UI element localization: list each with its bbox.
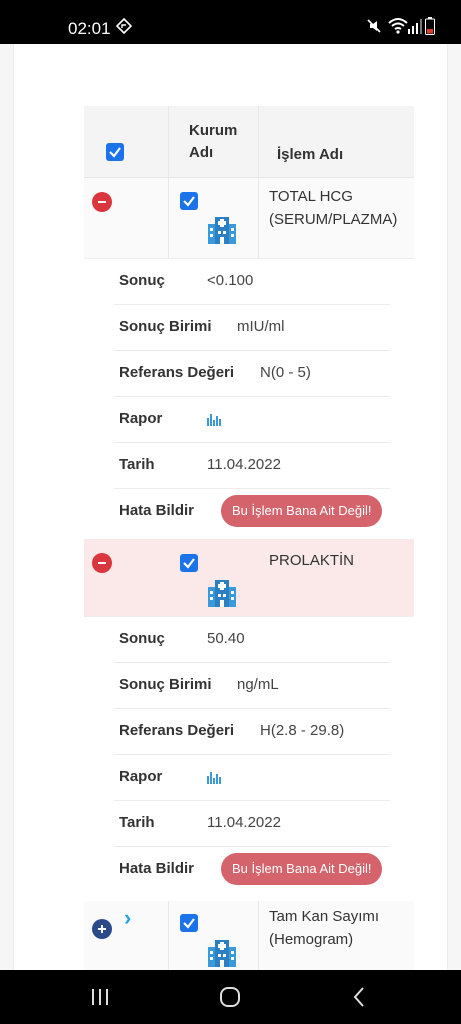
detail-birim: Sonuç Birimi ng/mL (114, 663, 390, 709)
battery-icon (425, 17, 435, 35)
row-checkbox[interactable] (180, 554, 198, 572)
row-details: Sonuç <0.100 Sonuç Birimi mIU/ml Referan… (84, 259, 414, 535)
wifi-icon (388, 18, 408, 34)
detail-birim: Sonuç Birimi mIU/ml (114, 305, 390, 351)
detail-label: Hata Bildir (119, 860, 195, 877)
check-icon (183, 558, 195, 569)
row-details: Sonuç 50.40 Sonuç Birimi ng/mL Referans … (84, 617, 414, 893)
collapse-row-icon[interactable] (92, 553, 112, 573)
report-chart-icon[interactable] (207, 412, 223, 426)
report-error-button[interactable]: Bu İşlem Bana Ait Değil! (221, 495, 383, 527)
results-table: Kurum Adı İşlem Adı TOTAL HCG (SERUM/PLA… (84, 106, 414, 970)
collapse-row-icon[interactable] (92, 192, 112, 212)
check-icon (183, 918, 195, 929)
detail-value: <0.100 (207, 272, 254, 289)
hospital-icon (208, 580, 236, 607)
detail-label: Referans Değeri (119, 364, 235, 381)
islem-name: Tam Kan Sayımı (Hemogram) (269, 908, 380, 948)
detail-referans: Referans Değeri N(0 - 5) (114, 351, 390, 397)
detail-label: Rapor (119, 410, 163, 427)
chevron-right-icon[interactable]: › (124, 905, 131, 931)
detail-rapor: Rapor (114, 755, 390, 801)
home-icon[interactable] (219, 986, 241, 1008)
signal-icon (408, 19, 422, 34)
detail-label: Sonuç Birimi (119, 676, 212, 693)
status-time: 02:01 (68, 19, 111, 38)
hospital-icon (208, 217, 236, 244)
detail-value: H(2.8 - 29.8) (260, 722, 345, 739)
select-all-checkbox[interactable] (106, 143, 124, 161)
detail-referans: Referans Değeri H(2.8 - 29.8) (114, 709, 390, 755)
back-icon[interactable] (350, 986, 370, 1008)
table-row[interactable]: › Tam Kan Sayımı (Hemogram) (84, 901, 414, 970)
header-islem-adi: İşlem Adı (277, 146, 344, 163)
report-error-button[interactable]: Bu İşlem Bana Ait Değil! (221, 853, 383, 885)
table-header: Kurum Adı İşlem Adı (84, 106, 414, 178)
hospital-icon (208, 940, 236, 967)
detail-label: Sonuç (119, 630, 165, 647)
row-checkbox[interactable] (180, 192, 198, 210)
navigation-icon (116, 18, 132, 34)
detail-value: N(0 - 5) (260, 364, 311, 381)
detail-label: Rapor (119, 768, 163, 785)
page-content[interactable]: Kurum Adı İşlem Adı TOTAL HCG (SERUM/PLA… (0, 44, 461, 970)
detail-sonuc: Sonuç <0.100 (114, 259, 390, 305)
status-bar: 02:01 (0, 0, 461, 44)
table-row[interactable]: TOTAL HCG (SERUM/PLAZMA) (84, 178, 414, 259)
expand-row-icon[interactable] (92, 919, 112, 939)
detail-tarih: Tarih 11.04.2022 (114, 443, 390, 489)
detail-label: Referans Değeri (119, 722, 235, 739)
detail-tarih: Tarih 11.04.2022 (114, 801, 390, 847)
detail-label: Sonuç (119, 272, 165, 289)
detail-label: Hata Bildir (119, 502, 195, 519)
detail-rapor: Rapor (114, 397, 390, 443)
detail-label: Sonuç Birimi (119, 318, 212, 335)
detail-hata: Hata Bildir Bu İşlem Bana Ait Değil! (114, 847, 390, 893)
detail-value: 11.04.2022 (207, 456, 281, 473)
check-icon (183, 196, 195, 207)
results-card: Kurum Adı İşlem Adı TOTAL HCG (SERUM/PLA… (13, 44, 448, 970)
detail-hata: Hata Bildir Bu İşlem Bana Ait Değil! (114, 489, 390, 535)
check-icon (109, 147, 121, 158)
mute-icon (367, 19, 381, 33)
recent-apps-icon[interactable] (90, 987, 110, 1007)
detail-value: mIU/ml (237, 318, 285, 335)
header-kurum-adi: Kurum Adı (189, 122, 238, 161)
detail-label: Tarih (119, 456, 155, 473)
system-nav-bar (0, 970, 461, 1024)
detail-value: 11.04.2022 (207, 814, 281, 831)
report-chart-icon[interactable] (207, 770, 223, 784)
detail-value: 50.40 (207, 630, 245, 647)
detail-value: ng/mL (237, 676, 279, 693)
table-row[interactable]: PROLAKTİN (84, 539, 414, 617)
islem-name: TOTAL HCG (SERUM/PLAZMA) (269, 188, 398, 228)
detail-label: Tarih (119, 814, 155, 831)
detail-sonuc: Sonuç 50.40 (114, 617, 390, 663)
row-checkbox[interactable] (180, 914, 198, 932)
islem-name: PROLAKTİN (269, 552, 355, 569)
